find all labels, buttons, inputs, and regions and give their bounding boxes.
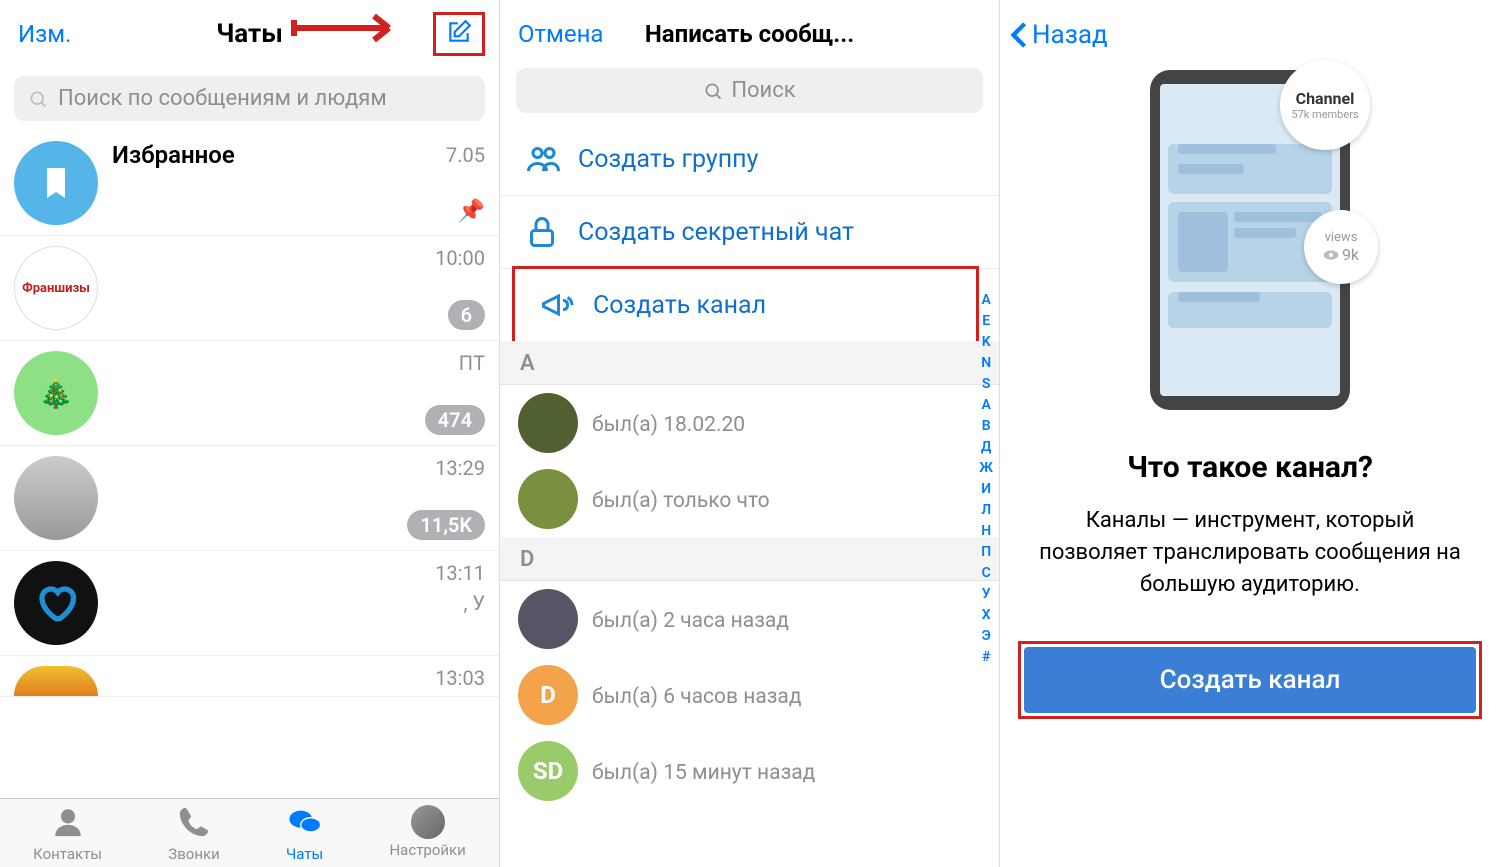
contact-status: был(а) 2 часа назад	[592, 609, 789, 633]
group-icon	[524, 141, 560, 177]
edit-button[interactable]: Изм.	[18, 20, 71, 48]
avatar: Франшизы	[14, 246, 98, 330]
alphabet-index[interactable]: AEK NSА ВДЖ ИЛН ПСУ ХЭ#	[979, 290, 993, 668]
unread-badge: 474	[425, 405, 485, 435]
cancel-button[interactable]: Отмена	[518, 20, 603, 48]
chat-row[interactable]: 13:03	[0, 656, 499, 697]
views-label: views	[1325, 230, 1358, 245]
intro-description: Каналы — инструмент, который позволяет т…	[1030, 505, 1470, 601]
unread-badge: 11,5K	[407, 510, 485, 540]
chat-time: 13:03	[435, 666, 485, 690]
bookmark-icon	[38, 165, 74, 201]
avatar	[518, 393, 578, 453]
avatar	[14, 666, 98, 696]
section-header-d: D	[500, 537, 999, 581]
chats-icon	[288, 805, 322, 839]
chevron-left-icon	[1010, 21, 1028, 49]
avatar: SD	[518, 741, 578, 801]
unread-badge: 6	[448, 300, 485, 330]
option-label: Создать группу	[578, 145, 758, 174]
chats-header: Изм. Чаты	[0, 0, 499, 66]
tab-chats[interactable]: Чаты	[286, 805, 323, 863]
contact-row[interactable]: D был(а) 6 часов назад	[500, 657, 999, 733]
eye-icon	[1323, 249, 1339, 261]
new-message-screen: Отмена Написать сообщ... Поиск Создать г…	[500, 0, 1000, 867]
chat-time: 13:11	[435, 561, 485, 585]
back-button[interactable]: Назад	[1000, 0, 1500, 70]
phone-icon	[177, 805, 211, 839]
compose-header: Отмена Написать сообщ...	[500, 0, 999, 62]
chats-screen: Изм. Чаты Поиск по сообщениям и людям Из…	[0, 0, 500, 867]
avatar: D	[518, 665, 578, 725]
compose-button-highlight	[433, 12, 485, 56]
tab-calls[interactable]: Звонки	[168, 805, 219, 863]
chat-row[interactable]: 13:29 11,5K	[0, 446, 499, 551]
page-title: Написать сообщ...	[645, 20, 854, 48]
contact-row[interactable]: был(а) 18.02.20	[500, 385, 999, 461]
chat-row[interactable]: 🎄 ПТ 474	[0, 341, 499, 446]
avatar	[518, 469, 578, 529]
tab-bar: Контакты Звонки Чаты Настройки	[0, 798, 499, 867]
search-icon	[703, 81, 723, 101]
avatar	[14, 141, 98, 225]
settings-avatar	[411, 805, 445, 839]
option-label: Создать секретный чат	[578, 218, 854, 247]
section-header-a: A	[500, 341, 999, 385]
channel-illustration: Channel 57k members views 9k	[1150, 70, 1350, 410]
channel-badge-members: 57k members	[1291, 108, 1358, 121]
chat-time: 7.05	[446, 143, 485, 167]
chat-list[interactable]: Избранное 7.05 📌 Франшизы 10:00 6 🎄 ПТ 47…	[0, 131, 499, 811]
create-group-option[interactable]: Создать группу	[500, 123, 999, 196]
contact-status: был(а) 15 минут назад	[592, 761, 815, 785]
views-count: 9k	[1342, 245, 1359, 264]
chat-time: ПТ	[459, 351, 485, 375]
chat-time: 13:29	[435, 456, 485, 480]
contact-status: был(а) 18.02.20	[592, 413, 745, 437]
avatar	[14, 456, 98, 540]
search-icon	[28, 89, 48, 109]
channel-intro-screen: Назад Channel 57k members views 9k Что т…	[1000, 0, 1500, 867]
create-channel-button[interactable]: Создать канал	[1024, 647, 1476, 713]
channel-badge-name: Channel	[1296, 89, 1355, 108]
pin-icon: 📌	[458, 199, 485, 224]
intro-heading: Что такое канал?	[1000, 450, 1500, 485]
search-field[interactable]: Поиск	[516, 68, 983, 113]
contact-status: был(а) 6 часов назад	[592, 685, 802, 709]
chat-time: 10:00	[435, 246, 485, 270]
chat-row[interactable]: Франшизы 10:00 6	[0, 236, 499, 341]
chat-name: Избранное	[112, 141, 235, 169]
contact-row[interactable]: был(а) только что	[500, 461, 999, 537]
contact-row[interactable]: SD был(а) 15 минут назад	[500, 733, 999, 809]
tab-settings[interactable]: Настройки	[389, 805, 465, 863]
chat-row[interactable]: 13:11 , У	[0, 551, 499, 656]
chat-row[interactable]: Избранное 7.05 📌	[0, 131, 499, 236]
lock-icon	[524, 214, 560, 250]
avatar	[518, 589, 578, 649]
page-title: Чаты	[216, 19, 283, 49]
create-secret-chat-option[interactable]: Создать секретный чат	[500, 196, 999, 269]
compose-icon[interactable]	[446, 19, 472, 45]
avatar	[14, 561, 98, 645]
chat-preview: , У	[112, 591, 485, 615]
avatar: 🎄	[14, 351, 98, 435]
search-placeholder: Поиск по сообщениям и людям	[58, 86, 387, 111]
person-icon	[51, 805, 85, 839]
megaphone-icon	[539, 287, 575, 323]
search-placeholder: Поиск	[731, 78, 795, 103]
option-label: Создать канал	[593, 291, 766, 320]
contact-status: был(а) только что	[592, 489, 770, 513]
tab-contacts[interactable]: Контакты	[33, 805, 102, 863]
highlight-arrow	[289, 8, 419, 48]
contact-row[interactable]: был(а) 2 часа назад	[500, 581, 999, 657]
create-channel-highlight: Создать канал	[1018, 641, 1482, 719]
search-field[interactable]: Поиск по сообщениям и людям	[14, 76, 485, 121]
heart-icon	[35, 582, 77, 624]
create-channel-option[interactable]: Создать канал	[512, 266, 979, 344]
